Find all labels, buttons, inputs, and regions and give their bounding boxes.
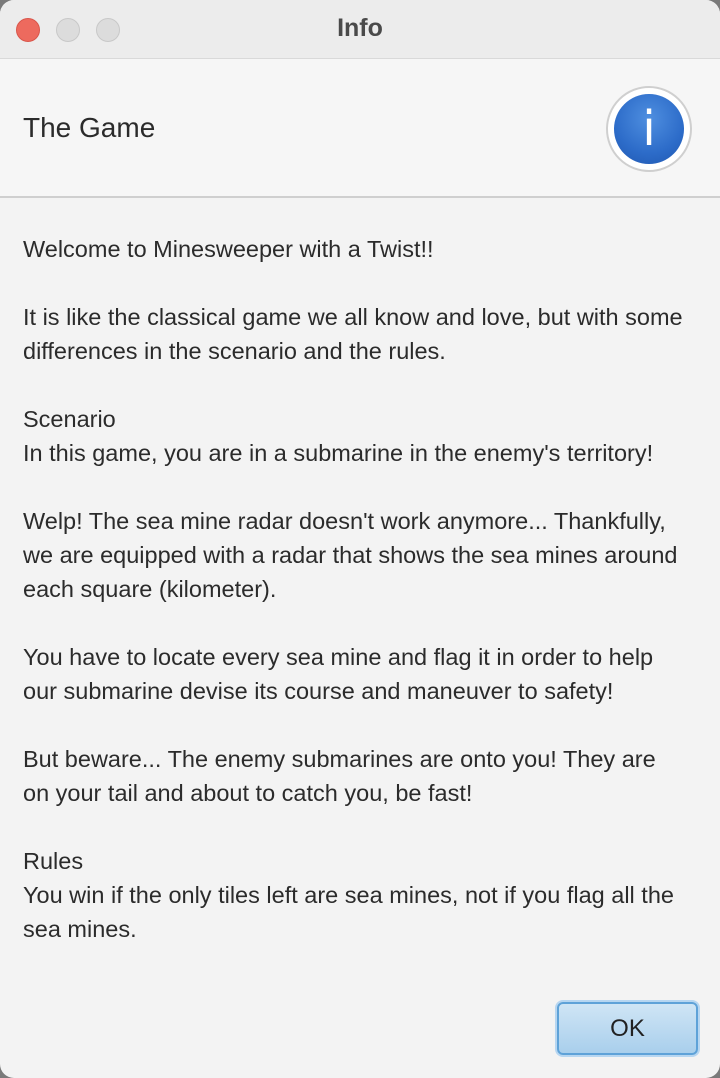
text-line: It is like the classical game we all kno… — [23, 304, 683, 330]
text-line: Welcome to Minesweeper with a Twist!! — [23, 236, 434, 262]
text-line: differences in the scenario and the rule… — [23, 338, 446, 364]
text-line: on your tail and about to catch you, be … — [23, 780, 473, 806]
paragraph-scenario: Scenario In this game, you are in a subm… — [23, 402, 703, 470]
paragraph-goal: You have to locate every sea mine and fl… — [23, 640, 703, 708]
info-icon-glyph: i — [642, 101, 656, 157]
dialog-header: The Game i — [0, 59, 720, 198]
paragraph-radar: Welp! The sea mine radar doesn't work an… — [23, 504, 703, 606]
section-heading-rules: Rules — [23, 848, 84, 874]
paragraph-welcome: Welcome to Minesweeper with a Twist!! — [23, 232, 703, 266]
window-title: Info — [337, 14, 383, 42]
paragraph-rules: Rules You win if the only tiles left are… — [23, 844, 703, 946]
text-line: You have to locate every sea mine and fl… — [23, 644, 654, 670]
info-icon: i — [606, 86, 692, 172]
text-line: each square (kilometer). — [23, 576, 277, 602]
info-dialog-window: Info The Game i Welcome to Minesweeper w… — [0, 0, 720, 1078]
ok-button[interactable]: OK — [557, 1002, 698, 1055]
text-line: our submarine devise its course and mane… — [23, 678, 614, 704]
text-line: Welp! The sea mine radar doesn't work an… — [23, 508, 666, 534]
header-title: The Game — [23, 112, 156, 143]
dialog-content: Welcome to Minesweeper with a Twist!! It… — [23, 232, 703, 980]
text-line: sea mines. — [23, 916, 137, 942]
text-line: But beware... The enemy submarines are o… — [23, 746, 656, 772]
text-line: In this game, you are in a submarine in … — [23, 440, 654, 466]
paragraph-warning: But beware... The enemy submarines are o… — [23, 742, 703, 810]
section-heading-scenario: Scenario — [23, 406, 116, 432]
info-icon-circle: i — [614, 94, 684, 164]
text-line: You win if the only tiles left are sea m… — [23, 882, 674, 908]
text-line: we are equipped with a radar that shows … — [23, 542, 678, 568]
paragraph-intro: It is like the classical game we all kno… — [23, 300, 703, 368]
title-bar: Info — [0, 0, 720, 59]
